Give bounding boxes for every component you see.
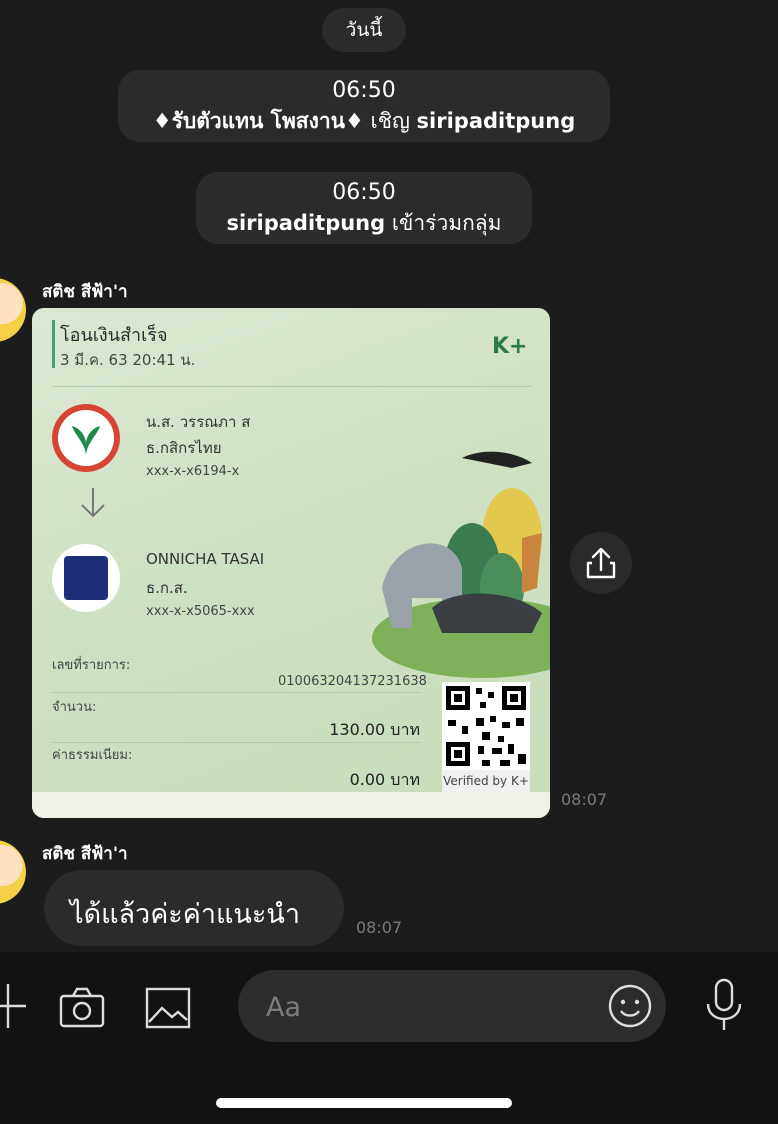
- system-message-text: siripaditpung เข้าร่วมกลุ่ม: [196, 207, 532, 240]
- qr-code-icon: [442, 682, 530, 770]
- date-separator-label: วันนี้: [345, 19, 383, 41]
- amount-label: จำนวน:: [52, 700, 97, 715]
- system-message-time: 06:50: [332, 78, 396, 103]
- camera-icon[interactable]: [58, 986, 106, 1034]
- slip-footer: [32, 792, 550, 818]
- transfer-slip-image[interactable]: โอนเงินสำเร็จ 3 มี.ค. 63 20:41 น. K+ น.ส…: [32, 308, 550, 818]
- qr-verified-label: Verified by K+: [442, 770, 530, 792]
- system-message-target: siripaditpung: [416, 109, 576, 133]
- reference-label: เลขที่รายการ:: [52, 658, 131, 673]
- system-message-join: 06:50 siripaditpung เข้าร่วมกลุ่ม: [196, 172, 532, 244]
- share-button[interactable]: [570, 532, 632, 594]
- recipient-bank-name: ธ.ก.ส.: [146, 579, 188, 597]
- sender-name: สติช สีฟ้า'า: [42, 844, 128, 864]
- slip-divider: [52, 692, 422, 693]
- slip-accent-bar: [52, 320, 55, 368]
- sender-bank-name: ธ.กสิกรไทย: [146, 439, 222, 457]
- system-message-actor: ♦รับตัวแทน โพสงาน♦: [152, 109, 364, 133]
- message-composer[interactable]: [238, 970, 666, 1042]
- message-input[interactable]: [264, 988, 598, 1026]
- sender-account-name: น.ส. วรรณภา ส: [146, 413, 251, 431]
- kbank-logo-icon: [52, 404, 120, 472]
- microphone-icon[interactable]: [704, 978, 744, 1036]
- system-message-action: เข้าร่วมกลุ่ม: [385, 211, 502, 235]
- recipient-account-number: xxx-x-x5065-xxx: [146, 604, 255, 619]
- sender-account-number: xxx-x-x6194-x: [146, 464, 240, 479]
- system-message-text: ♦รับตัวแทน โพสงาน♦ เชิญ siripaditpung: [118, 105, 610, 138]
- sender-name: สติช สีฟ้า'า: [42, 282, 128, 302]
- wildlife-illustration: [372, 438, 550, 678]
- slip-title: โอนเงินสำเร็จ: [60, 325, 168, 346]
- slip-divider: [52, 742, 422, 743]
- system-message-actor: siripaditpung: [226, 211, 386, 235]
- arrow-down-icon: [78, 486, 108, 527]
- share-icon: [586, 547, 616, 579]
- plus-icon[interactable]: [0, 982, 28, 1034]
- fee-value: 0.00 บาท: [349, 770, 420, 789]
- image-icon[interactable]: [144, 986, 192, 1034]
- reference-number: 010063204137231638: [278, 674, 427, 689]
- message-time: 08:07: [561, 790, 608, 809]
- system-message-time: 06:50: [332, 180, 396, 205]
- system-message-action: เชิญ: [363, 109, 417, 133]
- home-indicator[interactable]: [216, 1098, 512, 1108]
- date-separator: วันนี้: [322, 8, 406, 52]
- slip-date: 3 มี.ค. 63 20:41 น.: [60, 351, 196, 369]
- sender-avatar[interactable]: [0, 840, 26, 904]
- slip-divider: [52, 386, 532, 387]
- message-text: ได้แล้วค่ะค่าแนะนำ: [70, 899, 300, 930]
- kplus-logo: K+: [492, 334, 528, 359]
- emoji-icon[interactable]: [606, 982, 654, 1034]
- fee-label: ค่าธรรมเนียม:: [52, 748, 133, 763]
- amount-value: 130.00 บาท: [329, 720, 420, 739]
- message-time: 08:07: [356, 918, 403, 937]
- message-bubble[interactable]: ได้แล้วค่ะค่าแนะนำ: [44, 870, 344, 946]
- recipient-account-name: ONNICHA TASAI: [146, 550, 265, 568]
- system-message-invite: 06:50 ♦รับตัวแทน โพสงาน♦ เชิญ siripaditp…: [118, 70, 610, 142]
- baac-logo-icon: [52, 544, 120, 612]
- sender-avatar[interactable]: [0, 278, 26, 342]
